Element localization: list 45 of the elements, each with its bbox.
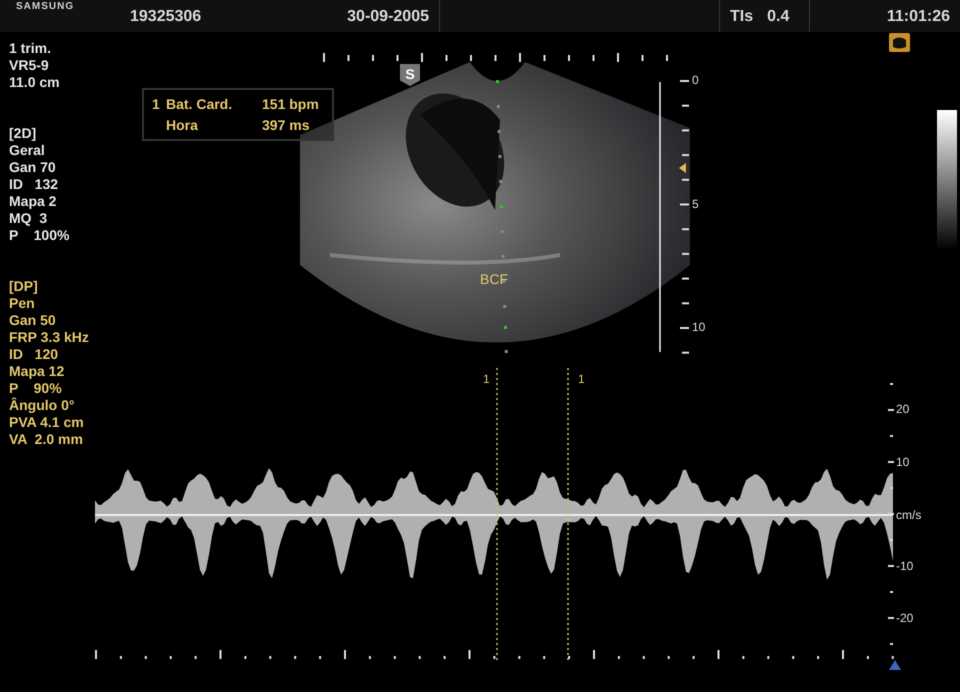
probe-setting: 1 trim. [9,40,52,57]
measurement-index: 1 [152,96,161,112]
measurement-value: 397 ms [262,117,310,133]
patient-id: 19325306 [130,8,202,26]
imaging-parameter: ID 132 [9,176,58,193]
imaging-parameter: MQ 3 [9,210,48,227]
imaging-parameter: P 100% [9,227,70,244]
doppler-parameter: Mapa 12 [9,363,64,380]
logo: SAMSUNG [16,1,74,12]
doppler-parameter: Pen [9,295,35,312]
measurement-label: Hora [166,117,199,133]
image-annotation: BCF [480,272,508,286]
velocity-label: -20 [896,612,914,624]
doppler-parameter: VA 2.0 mm [9,431,83,448]
imaging-parameter: Gan 70 [9,159,56,176]
doppler-parameter: P 90% [9,380,62,397]
probe-setting: 11.0 cm [9,74,60,91]
imaging-parameter: [2D] [9,125,36,142]
probe-setting: VR5-9 [9,57,49,74]
doppler-parameter: FRP 3.3 kHz [9,329,89,346]
doppler-parameter: Gan 50 [9,312,56,329]
cursor-label: 1 [578,373,585,385]
imaging-parameter: Mapa 2 [9,193,56,210]
depth-label: 0 [692,74,699,86]
tis-label: TIs [730,8,754,26]
measurement-value: 151 bpm [262,96,320,112]
doppler-parameter: PVA 4.1 cm [9,414,84,431]
velocity-label: 10 [896,456,910,468]
doppler-parameter: ID 120 [9,346,58,363]
clock-time: 11:01:26 [886,8,950,26]
depth-label: 5 [692,198,699,210]
doppler-parameter: Ângulo 0° [9,397,74,414]
measurement-label: Bat. Card. [166,96,234,112]
cursor-label: 1 [483,373,490,385]
depth-label: 10 [692,321,706,333]
tis-value: 0.4 [767,8,790,26]
orientation-marker: S [400,64,420,86]
imaging-parameter: Geral [9,142,45,159]
velocity-label: 20 [896,403,910,415]
focus-marker-icon [679,163,686,173]
doppler-parameter: [DP] [9,278,38,295]
exam-date: 30-09-2005 [347,8,429,26]
velocity-unit: cm/s [896,509,922,521]
velocity-label: -10 [896,560,914,572]
baseline-marker-icon [889,660,901,670]
